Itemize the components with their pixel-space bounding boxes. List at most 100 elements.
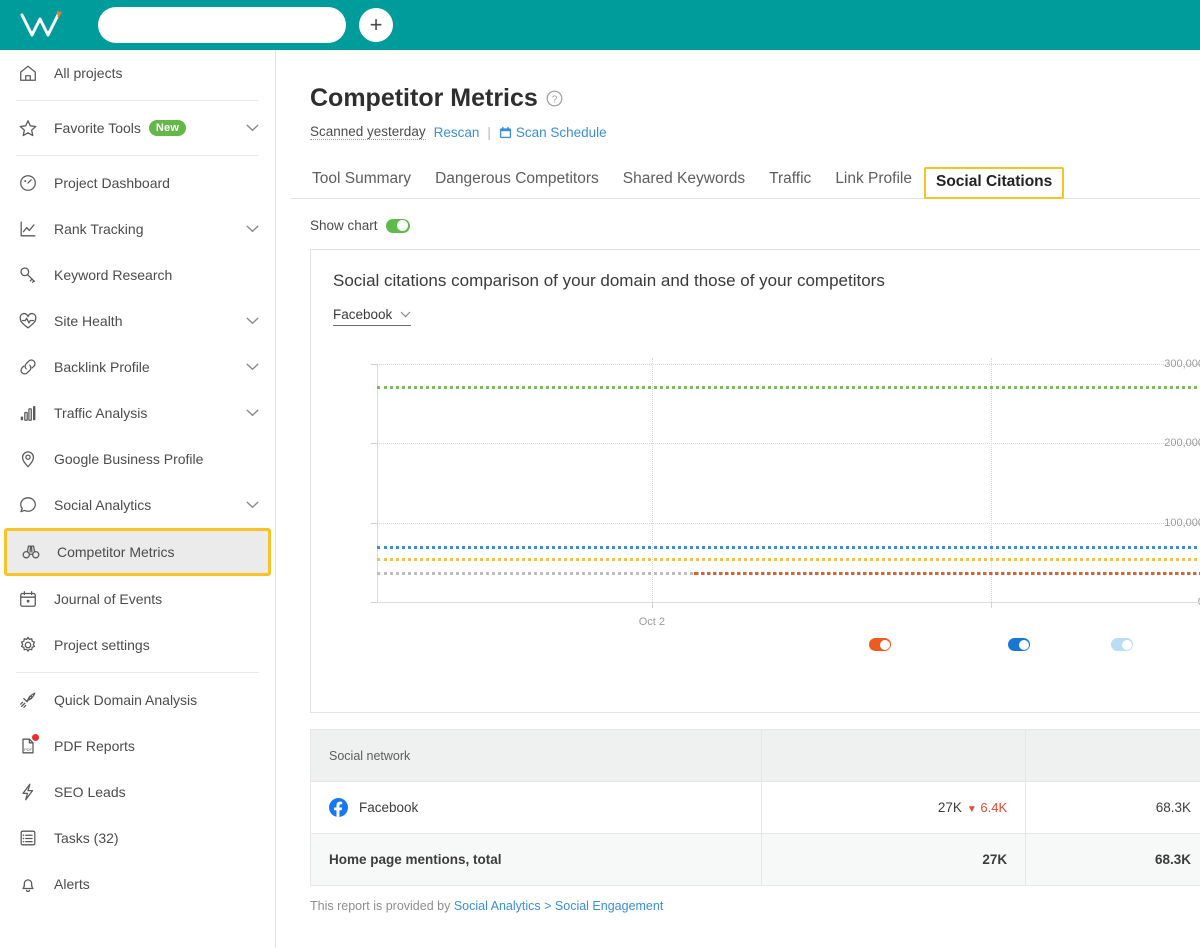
scan-schedule-link[interactable]: Scan Schedule (499, 125, 607, 140)
tab-social-citations[interactable]: Social Citations (924, 167, 1065, 199)
sidebar-item-alerts[interactable]: Alerts (0, 861, 275, 907)
sidebar-item-quick-domain-analysis[interactable]: Quick Domain Analysis (0, 677, 275, 723)
table-header-row: Social network (309, 729, 1200, 782)
table-total-row: Home page mentions, total 27K 68.3K (309, 833, 1200, 886)
table-column-header[interactable] (1025, 729, 1200, 782)
tab-link-profile[interactable]: Link Profile (823, 170, 924, 198)
add-project-button[interactable]: + (359, 8, 393, 42)
sidebar-item-pdf-reports[interactable]: PDF PDF Reports (0, 723, 275, 769)
sidebar-item-competitor-metrics[interactable]: Competitor Metrics (4, 528, 271, 576)
sidebar-item-social-analytics[interactable]: Social Analytics (0, 482, 275, 528)
chevron-down-icon[interactable] (246, 363, 259, 371)
sidebar-item-traffic-analysis[interactable]: Traffic Analysis (0, 390, 275, 436)
cell-social-network: Home page mentions, total (309, 833, 763, 886)
chevron-down-icon[interactable] (246, 317, 259, 325)
chart-line-icon (16, 217, 40, 241)
gridline (377, 522, 1200, 524)
table-head: Social network (309, 729, 1200, 782)
sidebar-item-label: Quick Domain Analysis (54, 692, 198, 708)
svg-text:PDF: PDF (24, 747, 33, 752)
chart-card: Social citations comparison of your doma… (310, 249, 1200, 713)
chart-plot-area: 0100,000200,000300,000Oct 2 (311, 358, 1200, 628)
sidebar-item-label: SEO Leads (54, 784, 126, 800)
gauge-icon (16, 171, 40, 195)
legend-toggle-switch[interactable] (1008, 638, 1030, 651)
scan-meta: Scanned yesterday Rescan | Scan Schedule (277, 113, 1200, 140)
vertical-gridline (651, 358, 653, 608)
home-icon (16, 61, 40, 85)
top-bar: + (0, 0, 1200, 50)
tab-traffic[interactable]: Traffic (757, 170, 823, 198)
show-chart-toggle[interactable] (385, 218, 410, 233)
delta-amount: 6.4K (980, 800, 1008, 815)
show-chart-control: Show chart (310, 218, 1200, 233)
sidebar-item-project-dashboard[interactable]: Project Dashboard (0, 160, 275, 206)
sidebar-item-backlink-profile[interactable]: Backlink Profile (0, 344, 275, 390)
star-icon (16, 116, 40, 140)
tab-dangerous-competitors[interactable]: Dangerous Competitors (423, 170, 611, 198)
delta-value: ▼ 6.4K (967, 800, 1007, 815)
key-icon (16, 263, 40, 287)
notification-dot (32, 734, 39, 741)
meta-divider: | (487, 124, 491, 140)
cell-social-network: Facebook (309, 781, 763, 834)
legend-toggle-blue[interactable] (1008, 638, 1038, 651)
sidebar-item-label: Keyword Research (54, 267, 173, 283)
map-pin-icon (16, 447, 40, 471)
x-axis-line (377, 602, 1200, 603)
sidebar-item-project-settings[interactable]: Project settings (0, 622, 275, 668)
chart-legend (311, 638, 1200, 678)
sidebar-item-label: Journal of Events (54, 591, 163, 607)
plus-icon: + (369, 12, 383, 37)
gridline (377, 364, 1200, 365)
sidebar-item-site-health[interactable]: Site Health (0, 298, 275, 344)
rescan-link[interactable]: Rescan (434, 125, 480, 140)
chart-series-line (377, 545, 1200, 549)
table-column-header[interactable]: Social network (309, 729, 763, 782)
chevron-down-icon (400, 311, 411, 318)
legend-toggle-switch[interactable] (1111, 638, 1133, 651)
footnote-link[interactable]: Social Analytics > Social Engagement (454, 899, 664, 913)
sidebar-item-label: Alerts (54, 876, 90, 892)
sidebar-item-label: Backlink Profile (54, 359, 150, 375)
sidebar-divider (16, 100, 259, 101)
tab-bar: Tool Summary Dangerous Competitors Shared … (291, 159, 1200, 199)
sidebar-item-label: Traffic Analysis (54, 405, 148, 421)
value: 68.3K (1155, 800, 1191, 815)
webceo-logo[interactable] (16, 7, 74, 43)
scan-schedule-label: Scan Schedule (515, 124, 607, 140)
table-column-header[interactable] (761, 729, 1027, 782)
chevron-down-icon[interactable] (246, 501, 259, 509)
report-footnote: This report is provided by Social Analyt… (310, 899, 1200, 913)
tab-shared-keywords[interactable]: Shared Keywords (611, 170, 757, 198)
sidebar-item-label: Google Business Profile (54, 451, 204, 467)
binoculars-icon (19, 540, 43, 564)
sidebar-item-tasks-32[interactable]: Tasks (32) (0, 815, 275, 861)
chevron-down-icon[interactable] (246, 409, 259, 417)
toggle-knob (879, 639, 890, 650)
chevron-down-icon[interactable] (246, 124, 259, 132)
cell-value-competitor: 68.3K (1025, 781, 1200, 834)
question-circle-icon[interactable]: ? (546, 90, 563, 107)
chevron-down-icon[interactable] (246, 225, 259, 233)
sidebar-item-seo-leads[interactable]: SEO Leads (0, 769, 275, 815)
sidebar-item-favorite-tools[interactable]: Favorite Tools New (0, 105, 275, 151)
legend-toggle-switch[interactable] (869, 638, 891, 651)
sidebar-item-journal-of-events[interactable]: Journal of Events (0, 576, 275, 622)
scanned-status[interactable]: Scanned yesterday (310, 124, 426, 140)
heartbeat-icon (16, 309, 40, 333)
sidebar-divider (16, 155, 259, 156)
legend-toggle-orange[interactable] (869, 638, 899, 651)
y-axis-tick-label: 200,000 (1164, 437, 1200, 450)
sidebar-item-all-projects[interactable]: All projects (0, 50, 275, 96)
sidebar-item-keyword-research[interactable]: Keyword Research (0, 252, 275, 298)
legend-toggle-lightblue[interactable] (1111, 638, 1141, 651)
cell-value-own: 27K ▼ 6.4K (761, 781, 1027, 834)
search-input[interactable] (98, 7, 346, 43)
sidebar-item-rank-tracking[interactable]: Rank Tracking (0, 206, 275, 252)
vertical-gridline (990, 358, 992, 608)
social-citations-table: Social network Facebook 27K ▼ 6.4K 68.3K Hom… (309, 729, 1200, 886)
tab-tool-summary[interactable]: Tool Summary (300, 170, 423, 198)
network-select[interactable]: Facebook (333, 307, 412, 326)
sidebar-item-google-business-profile[interactable]: Google Business Profile (0, 436, 275, 482)
